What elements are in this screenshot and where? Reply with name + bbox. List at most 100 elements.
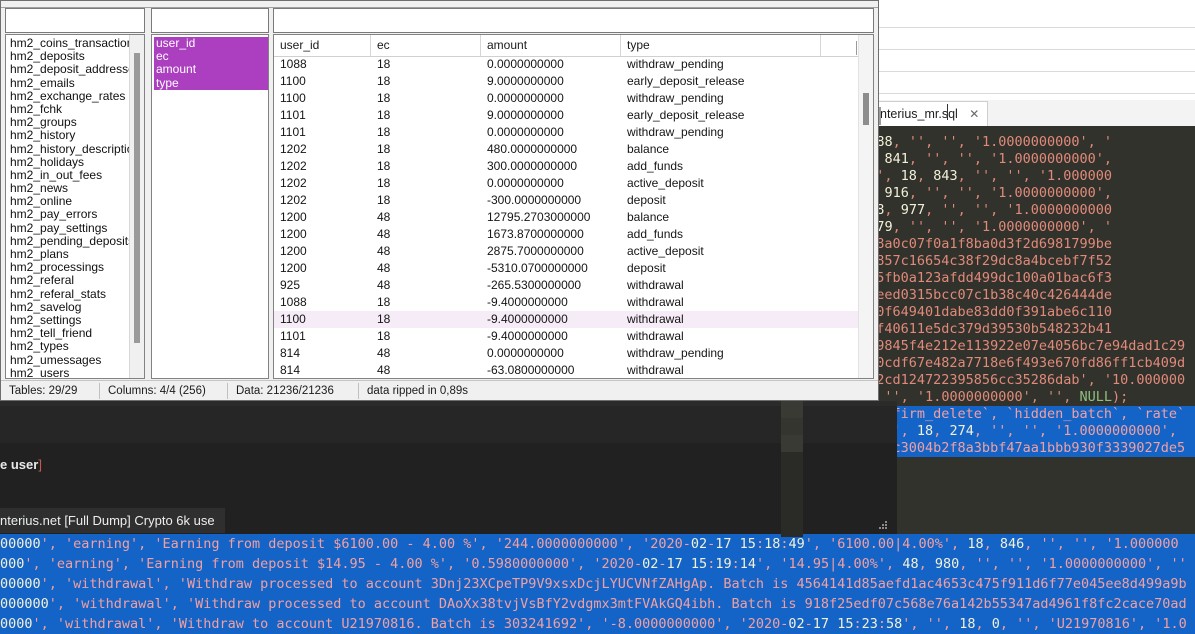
table-row[interactable]: 1100 18 0.0000000000 withdraw_pending	[274, 90, 873, 107]
code-line[interactable]: 00000', 'earning', 'Earning from deposit…	[0, 534, 1195, 554]
table-cell: 1200	[280, 261, 307, 275]
table-row[interactable]: 1200 48 -5310.0700000000 deposit	[274, 260, 873, 277]
table-cell: 1202	[280, 176, 307, 190]
table-cell: withdrawal	[627, 363, 684, 377]
grid-text-caret	[856, 41, 857, 55]
table-cell: 0.0000000000	[487, 176, 564, 190]
data-grid-body[interactable]: 1088 18 0.0000000000 withdraw_pending 1100 18…	[274, 56, 873, 378]
table-cell: 9.0000000000	[487, 108, 564, 122]
tables-list-panel[interactable]: hm2_coins_transactions hm2_deposits hm2_de…	[5, 34, 145, 379]
database-ripper-window: hm2_coins_transactions hm2_deposits hm2_de…	[0, 0, 879, 401]
columns-list-panel[interactable]: user_id ec amount type	[151, 34, 269, 379]
table-cell: add_funds	[627, 227, 684, 241]
grid-column-header[interactable]: ec	[371, 35, 481, 56]
table-list-item[interactable]: hm2_history	[8, 129, 144, 142]
columns-list[interactable]: user_id ec amount type	[152, 35, 268, 378]
table-row[interactable]: 1088 18 -9.4000000000 withdrawal	[274, 294, 873, 311]
table-row[interactable]: 1100 18 9.0000000000 early_deposit_release	[274, 73, 873, 90]
table-list-item[interactable]: hm2_referal_stats	[8, 287, 144, 301]
table-cell: active_deposit	[627, 176, 704, 190]
table-list-item[interactable]: hm2_holidays	[8, 155, 144, 169]
tables-filter-input[interactable]	[5, 8, 145, 33]
data-grid-panel[interactable]: user_id ec amount type 1088 18 0.0000000000 wi…	[273, 34, 874, 379]
close-icon[interactable]: ✕	[969, 102, 979, 126]
table-list-item[interactable]: hm2_referal	[8, 274, 144, 287]
table-cell: 0.0000000000	[487, 346, 564, 360]
toast-notification[interactable]: nterius.net [Full Dump] Crypto 6k use	[0, 508, 225, 533]
column-list-item[interactable]: type	[154, 76, 268, 90]
resize-grip-icon[interactable]	[879, 521, 888, 530]
table-list-item[interactable]: hm2_pay_errors	[8, 208, 144, 221]
table-cell: early_deposit_release	[627, 74, 745, 88]
tables-scrollbar[interactable]	[129, 35, 144, 378]
grid-column-header[interactable]: user_id	[274, 35, 371, 56]
table-cell: -5310.0700000000	[487, 261, 588, 275]
tables-list[interactable]: hm2_coins_transactions hm2_deposits hm2_de…	[6, 35, 144, 378]
table-list-item[interactable]: hm2_history_descriptions	[8, 142, 144, 156]
status-columns: Columns: 4/4 (256)	[108, 385, 206, 397]
table-row[interactable]: 1100 18 -9.4000000000 withdrawal	[274, 311, 873, 328]
table-cell: 48	[377, 227, 391, 241]
table-list-item[interactable]: hm2_emails	[8, 76, 144, 90]
data-grid-scrollbar-thumb[interactable]	[863, 93, 869, 125]
code-line[interactable]: 000', 'earning', 'Earning from deposit $…	[0, 554, 1195, 574]
table-cell: 18	[377, 108, 391, 122]
table-cell: withdraw_pending	[627, 346, 724, 360]
table-row[interactable]: 1202 18 -300.0000000000 deposit	[274, 192, 873, 209]
column-list-item[interactable]: amount	[154, 63, 268, 77]
table-cell: withdraw_pending	[627, 91, 724, 105]
tables-scrollbar-thumb[interactable]	[134, 53, 140, 343]
table-cell: 1200	[280, 244, 307, 258]
table-cell: 48	[377, 278, 391, 292]
table-list-item[interactable]: hm2_deposit_addresses	[8, 63, 144, 76]
table-list-item[interactable]: hm2_pay_settings	[8, 221, 144, 235]
tab-text-caret	[947, 104, 948, 120]
table-cell: early_deposit_release	[627, 108, 745, 122]
table-row[interactable]: 1202 18 0.0000000000 active_deposit	[274, 175, 873, 192]
table-row[interactable]: 1200 48 12795.2703000000 balance	[274, 209, 873, 226]
table-cell: 18	[377, 91, 391, 105]
grid-column-header[interactable]: amount	[481, 35, 621, 56]
status-tables: Tables: 29/29	[9, 385, 78, 397]
overlay-status-text: e user]	[0, 456, 42, 474]
table-row[interactable]: 1101 18 0.0000000000 withdraw_pending	[274, 124, 873, 141]
overlay-status-label: e user	[0, 457, 39, 472]
table-row[interactable]: 1202 18 300.0000000000 add_funds	[274, 158, 873, 175]
code-line[interactable]: 00000', 'withdrawal', 'Withdraw processe…	[0, 574, 1195, 594]
table-row[interactable]: 1202 18 480.0000000000 balance	[274, 141, 873, 158]
table-cell: 925	[280, 278, 301, 292]
tab-sql-file[interactable]: nterius_mr.sql ✕	[869, 101, 989, 126]
data-grid-scrollbar[interactable]	[858, 35, 873, 378]
table-row[interactable]: 1101 18 -9.4000000000 withdrawal	[274, 328, 873, 345]
column-list-item[interactable]: user_id	[154, 36, 268, 51]
table-cell: 1200	[280, 227, 307, 241]
table-row[interactable]: 814 48 0.0000000000 withdraw_pending	[274, 345, 873, 362]
table-cell: 18	[377, 312, 391, 326]
table-cell: 48	[377, 210, 391, 224]
table-row[interactable]: 925 48 -265.5300000000 withdrawal	[274, 277, 873, 294]
table-list-item[interactable]: hm2_savelog	[8, 300, 144, 314]
table-cell: withdrawal	[627, 295, 684, 309]
tab-scroll-handle[interactable]	[879, 107, 881, 125]
table-list-item[interactable]: hm2_umessages	[8, 353, 144, 367]
table-row[interactable]: 814 48 -63.0800000000 withdrawal	[274, 362, 873, 378]
data-filter-input[interactable]	[273, 8, 874, 33]
code-line[interactable]: 0000', 'withdrawal', 'Withdraw to accoun…	[0, 614, 1195, 634]
table-list-item[interactable]: hm2_users	[8, 366, 144, 378]
data-grid-header-row: user_id ec amount type	[274, 35, 873, 57]
table-list-item[interactable]: hm2_exchange_rates	[8, 89, 144, 103]
table-row[interactable]: 1200 48 2875.7000000000 active_deposit	[274, 243, 873, 260]
table-row[interactable]: 1200 48 1673.8700000000 add_funds	[274, 226, 873, 243]
table-cell: withdraw_pending	[627, 57, 724, 71]
table-cell: 18	[377, 125, 391, 139]
table-row[interactable]: 1088 18 0.0000000000 withdraw_pending	[274, 56, 873, 73]
table-cell: 48	[377, 346, 391, 360]
table-cell: withdrawal	[627, 329, 684, 343]
table-cell: 0.0000000000	[487, 91, 564, 105]
columns-filter-input[interactable]	[151, 8, 269, 33]
table-list-item[interactable]: hm2_types	[8, 340, 144, 353]
table-row[interactable]: 1101 18 9.0000000000 early_deposit_release	[274, 107, 873, 124]
grid-column-header[interactable]: type	[621, 35, 821, 56]
code-line[interactable]: 000000', 'withdrawal', 'Withdraw process…	[0, 594, 1195, 614]
table-cell: 1100	[280, 312, 306, 326]
